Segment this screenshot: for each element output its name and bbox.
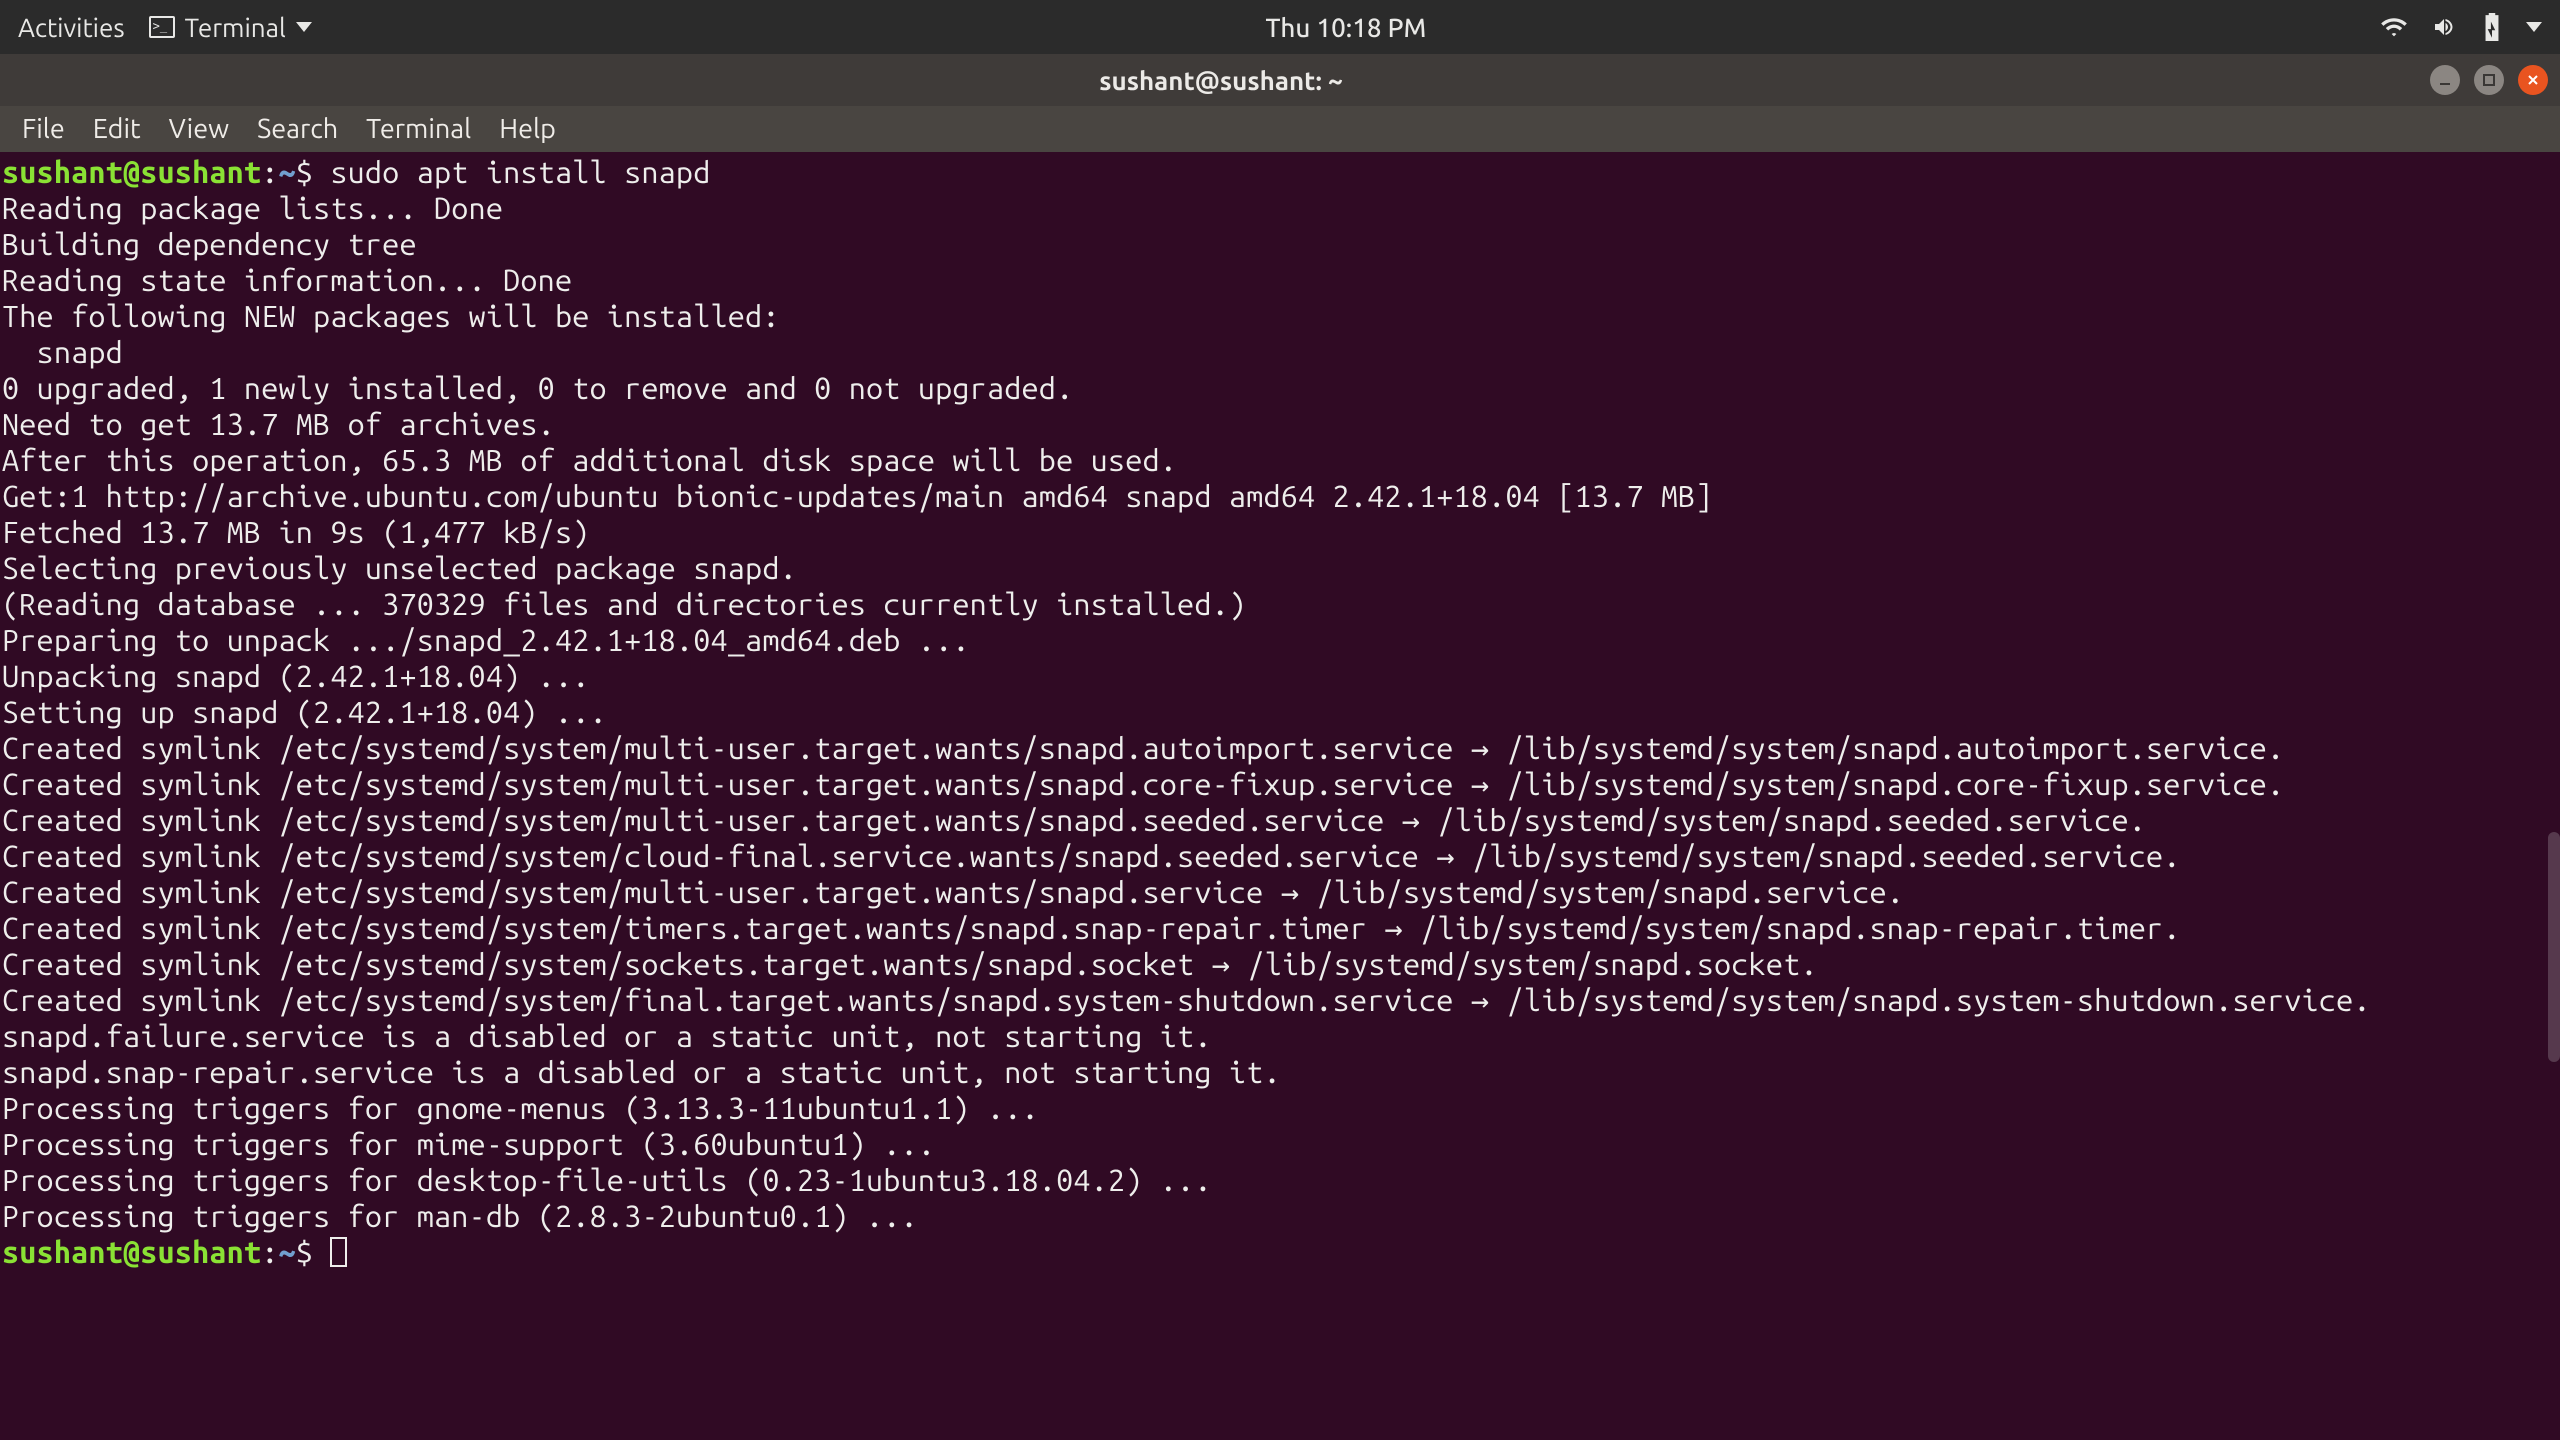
prompt-sep: : <box>261 1235 278 1269</box>
close-button[interactable] <box>2518 65 2548 95</box>
terminal-viewport[interactable]: sushant@sushant:~$ sudo apt install snap… <box>0 152 2560 1440</box>
menu-view[interactable]: View <box>155 110 243 148</box>
prompt-sigil: $ <box>296 1235 331 1269</box>
window-title: sushant@sushant: ~ <box>12 66 2430 95</box>
panel-clock[interactable]: Thu 10:18 PM <box>312 13 2380 42</box>
wifi-icon[interactable] <box>2380 15 2408 39</box>
chevron-down-icon[interactable] <box>2526 22 2542 32</box>
activities-button[interactable]: Activities <box>18 13 125 42</box>
menu-bar: File Edit View Search Terminal Help <box>0 106 2560 152</box>
prompt-sep: : <box>261 155 278 189</box>
chevron-down-icon <box>296 22 312 32</box>
app-menu[interactable]: Terminal <box>149 13 312 42</box>
gnome-top-panel: Activities Terminal Thu 10:18 PM <box>0 0 2560 54</box>
prompt-path: ~ <box>278 1235 295 1269</box>
menu-file[interactable]: File <box>8 110 79 148</box>
battery-icon[interactable] <box>2480 13 2504 41</box>
prompt-user-host: sushant@sushant <box>2 155 261 189</box>
app-menu-label: Terminal <box>185 13 286 42</box>
terminal-output: Reading package lists... Done Building d… <box>2 190 2558 1234</box>
scrollbar-thumb[interactable] <box>2548 832 2560 1062</box>
prompt-sigil: $ <box>296 155 331 189</box>
menu-terminal[interactable]: Terminal <box>352 110 485 148</box>
entered-command: sudo apt install snapd <box>330 155 710 189</box>
menu-help[interactable]: Help <box>485 110 570 148</box>
window-title-bar: sushant@sushant: ~ <box>0 54 2560 106</box>
prompt-user-host: sushant@sushant <box>2 1235 261 1269</box>
minimize-button[interactable] <box>2430 65 2460 95</box>
terminal-cursor <box>330 1237 347 1267</box>
menu-search[interactable]: Search <box>243 110 352 148</box>
terminal-icon <box>149 16 175 38</box>
menu-edit[interactable]: Edit <box>79 110 155 148</box>
maximize-button[interactable] <box>2474 65 2504 95</box>
volume-icon[interactable] <box>2430 15 2458 39</box>
prompt-path: ~ <box>278 155 295 189</box>
